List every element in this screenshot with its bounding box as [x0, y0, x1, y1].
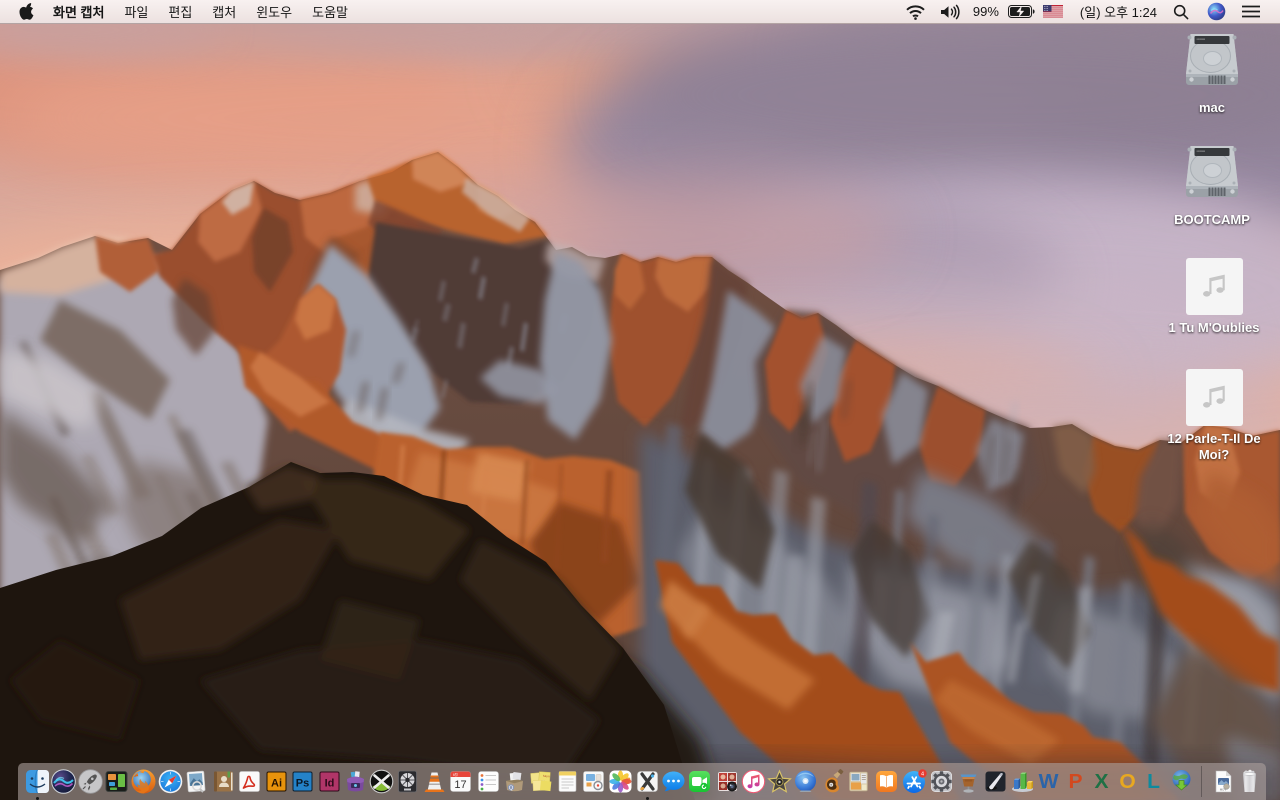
- svg-text:Ai: Ai: [271, 778, 282, 790]
- svg-text:Id: Id: [324, 778, 334, 790]
- svg-text:MOV: MOV: [1219, 788, 1226, 792]
- svg-text:6월: 6월: [453, 772, 458, 777]
- svg-text:Ps: Ps: [295, 778, 308, 790]
- svg-text:Mem: Mem: [542, 774, 549, 778]
- svg-text:X: X: [1094, 770, 1108, 792]
- svg-text:P: P: [1068, 770, 1082, 792]
- svg-text:▪▪▪▪▪▪▪▪: ▪▪▪▪▪▪▪▪: [1197, 37, 1206, 41]
- svg-text:Q: Q: [508, 786, 513, 792]
- svg-text:W: W: [1038, 770, 1059, 792]
- svg-text:L: L: [1147, 770, 1160, 792]
- svg-text:O: O: [1119, 770, 1135, 792]
- svg-text:17: 17: [454, 779, 466, 791]
- svg-text:4: 4: [920, 771, 923, 777]
